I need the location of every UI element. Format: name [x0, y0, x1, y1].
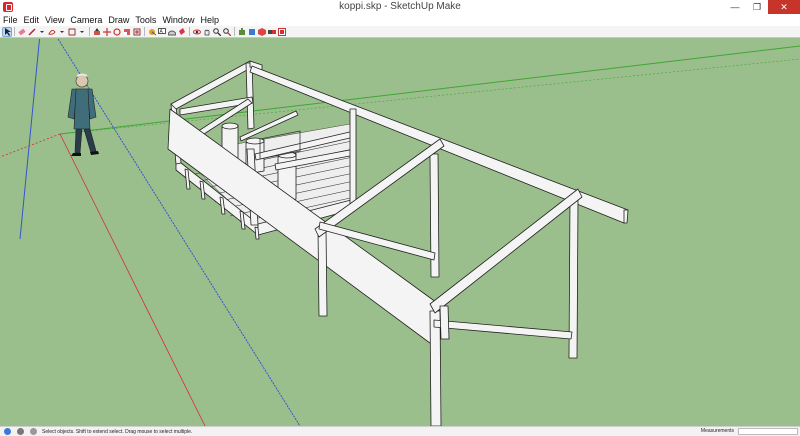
deck-structure[interactable]: [167, 60, 629, 426]
sketchup-app-icon[interactable]: [3, 2, 13, 12]
measurements-input[interactable]: [738, 428, 798, 435]
help-icon[interactable]: [30, 428, 37, 435]
minimize-button[interactable]: —: [724, 0, 746, 14]
zoom-icon[interactable]: [213, 27, 221, 36]
menu-file[interactable]: File: [0, 14, 21, 26]
orbit-icon[interactable]: [193, 28, 201, 36]
3d-viewport[interactable]: [0, 39, 800, 426]
menu-draw[interactable]: Draw: [105, 14, 132, 26]
push-pull-icon[interactable]: [93, 27, 101, 36]
layout-icon[interactable]: [278, 27, 286, 36]
geo-location-icon[interactable]: [4, 428, 11, 435]
move-icon[interactable]: [103, 27, 111, 36]
menu-window[interactable]: Window: [159, 14, 197, 26]
components-icon[interactable]: [258, 27, 266, 36]
protractor-icon[interactable]: [168, 28, 176, 36]
paint-bucket-icon[interactable]: [178, 27, 186, 36]
menu-bar: File Edit View Camera Draw Tools Window …: [0, 14, 800, 26]
line-dropdown-icon[interactable]: [38, 28, 46, 36]
measurements-label: Measurements: [700, 428, 734, 434]
status-hint-text: Select objects. Shift to extend select. …: [42, 428, 193, 435]
scale-icon[interactable]: [123, 28, 131, 36]
restore-button[interactable]: ❐: [746, 0, 768, 14]
line-icon[interactable]: [28, 27, 36, 36]
toolbar-separator: [144, 27, 145, 36]
shape-icon[interactable]: [48, 28, 56, 36]
credits-icon[interactable]: [17, 428, 24, 435]
shape-dropdown-icon[interactable]: [58, 28, 66, 36]
eraser-icon[interactable]: [18, 28, 26, 36]
scale-figure[interactable]: [67, 73, 99, 157]
toolbar-separator: [89, 27, 90, 36]
menu-help[interactable]: Help: [197, 14, 222, 26]
offset-icon[interactable]: [133, 28, 141, 36]
rotate-icon[interactable]: [113, 27, 121, 36]
extension-warehouse-icon[interactable]: [248, 28, 256, 36]
axis-lines: [0, 39, 800, 426]
select-icon[interactable]: [2, 26, 12, 37]
menu-edit[interactable]: Edit: [21, 14, 43, 26]
window-controls: — ❐ ✕: [724, 0, 800, 14]
styles-icon[interactable]: [268, 28, 276, 36]
window-title: koppi.skp - SketchUp Make: [339, 1, 461, 12]
toolbar-separator: [14, 27, 15, 36]
toolbar-separator: [234, 27, 235, 36]
menu-camera[interactable]: Camera: [67, 14, 105, 26]
warehouse-icon[interactable]: [238, 27, 246, 36]
rectangle-dropdown-icon[interactable]: [78, 28, 86, 36]
menu-tools[interactable]: Tools: [132, 14, 159, 26]
close-button[interactable]: ✕: [768, 0, 800, 14]
main-toolbar: A: [0, 26, 800, 38]
rectangle-icon[interactable]: [68, 28, 76, 36]
status-bar: Select objects. Shift to extend select. …: [0, 426, 800, 436]
menu-view[interactable]: View: [42, 14, 67, 26]
text-icon[interactable]: A: [158, 27, 166, 36]
zoom-extents-icon[interactable]: [223, 27, 231, 36]
tape-measure-icon[interactable]: [148, 28, 156, 36]
pan-icon[interactable]: [203, 28, 211, 36]
title-bar: koppi.skp - SketchUp Make — ❐ ✕: [0, 0, 800, 14]
toolbar-separator: [189, 27, 190, 36]
